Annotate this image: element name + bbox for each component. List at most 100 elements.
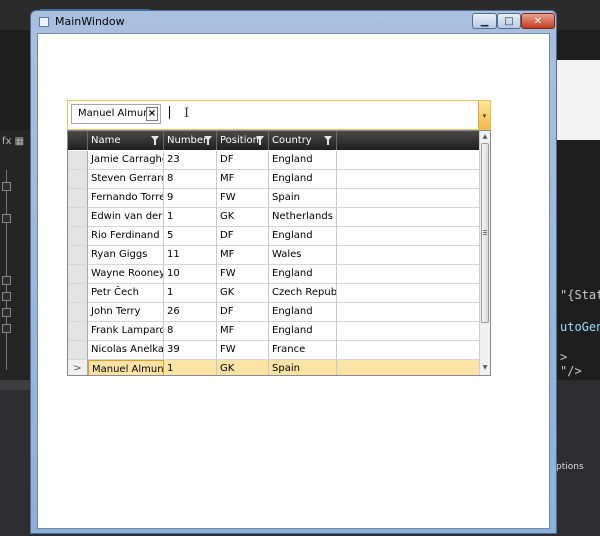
cell-position[interactable]: MF bbox=[217, 170, 269, 189]
cell-country[interactable]: Spain bbox=[269, 360, 337, 375]
cell-country[interactable]: Wales bbox=[269, 246, 337, 265]
row-header[interactable] bbox=[68, 303, 88, 322]
title-bar[interactable]: MainWindow ▁ □ ✕ bbox=[31, 11, 556, 33]
scroll-down-button[interactable]: ▼ bbox=[480, 363, 490, 373]
cell-country[interactable]: England bbox=[269, 151, 337, 170]
table-row-selected[interactable]: > Manuel Almunia 1 GK Spain bbox=[68, 360, 479, 375]
row-filler bbox=[337, 227, 479, 246]
cell-country[interactable]: Czech Republic bbox=[269, 284, 337, 303]
row-header[interactable] bbox=[68, 265, 88, 284]
cell-name[interactable]: Petr Čech bbox=[88, 284, 164, 303]
cell-number[interactable]: 1 bbox=[164, 360, 217, 375]
filter-icon[interactable] bbox=[256, 136, 264, 145]
filter-icon[interactable] bbox=[204, 136, 212, 145]
vertical-scrollbar[interactable]: ▲ ▼ bbox=[479, 131, 490, 375]
cell-number[interactable]: 9 bbox=[164, 189, 217, 208]
cell-position[interactable]: FW bbox=[217, 341, 269, 360]
cell-country[interactable]: England bbox=[269, 303, 337, 322]
column-header-position[interactable]: Position bbox=[217, 131, 269, 150]
cell-country[interactable]: England bbox=[269, 265, 337, 284]
cell-number[interactable]: 10 bbox=[164, 265, 217, 284]
cell-position[interactable]: DF bbox=[217, 227, 269, 246]
row-header[interactable] bbox=[68, 208, 88, 227]
dropdown-button[interactable]: ▾ bbox=[478, 101, 490, 129]
cell-position[interactable]: GK bbox=[217, 360, 269, 375]
cell-country[interactable]: England bbox=[269, 170, 337, 189]
table-row[interactable]: Wayne Rooney 10 FW England bbox=[68, 265, 479, 284]
cell-name[interactable]: Nicolas Anelka bbox=[88, 341, 164, 360]
cell-position[interactable]: MF bbox=[217, 322, 269, 341]
row-header[interactable] bbox=[68, 341, 88, 360]
minimize-button[interactable]: ▁ bbox=[472, 13, 497, 29]
cell-position[interactable]: DF bbox=[217, 151, 269, 170]
scroll-up-button[interactable]: ▲ bbox=[480, 132, 490, 142]
row-header-current[interactable]: > bbox=[68, 360, 88, 375]
table-row[interactable]: Frank Lampard 8 MF England bbox=[68, 322, 479, 341]
table-row[interactable]: Petr Čech 1 GK Czech Republic bbox=[68, 284, 479, 303]
cell-country[interactable]: Spain bbox=[269, 189, 337, 208]
table-row[interactable]: Steven Gerrard 8 MF England bbox=[68, 170, 479, 189]
filter-icon[interactable] bbox=[324, 136, 332, 145]
cell-number[interactable]: 11 bbox=[164, 246, 217, 265]
close-button[interactable]: ✕ bbox=[521, 13, 555, 29]
token-remove-button[interactable]: × bbox=[146, 107, 158, 121]
filter-icon[interactable] bbox=[151, 136, 159, 145]
table-row[interactable]: Edwin van der Sar 1 GK Netherlands bbox=[68, 208, 479, 227]
cell-position[interactable]: GK bbox=[217, 208, 269, 227]
column-header-name[interactable]: Name bbox=[88, 131, 164, 150]
cell-number[interactable]: 1 bbox=[164, 284, 217, 303]
cell-position[interactable]: MF bbox=[217, 246, 269, 265]
cell-name[interactable]: Rio Ferdinand bbox=[88, 227, 164, 246]
cell-position[interactable]: FW bbox=[217, 265, 269, 284]
cell-name[interactable]: John Terry bbox=[88, 303, 164, 322]
row-header[interactable] bbox=[68, 284, 88, 303]
cell-position[interactable]: GK bbox=[217, 284, 269, 303]
table-row[interactable]: Nicolas Anelka 39 FW France bbox=[68, 341, 479, 360]
cell-position[interactable]: FW bbox=[217, 189, 269, 208]
cell-country[interactable]: England bbox=[269, 322, 337, 341]
cell-name[interactable]: Steven Gerrard bbox=[88, 170, 164, 189]
token-chip[interactable]: Manuel Almunia × bbox=[71, 104, 161, 124]
ide-left-panel: fx ▦ bbox=[0, 130, 34, 380]
row-filler bbox=[337, 189, 479, 208]
cell-country[interactable]: Netherlands bbox=[269, 208, 337, 227]
table-row[interactable]: Fernando Torres 9 FW Spain bbox=[68, 189, 479, 208]
row-header[interactable] bbox=[68, 322, 88, 341]
table-row[interactable]: Rio Ferdinand 5 DF England bbox=[68, 227, 479, 246]
cell-number[interactable]: 1 bbox=[164, 208, 217, 227]
cell-name[interactable]: Fernando Torres bbox=[88, 189, 164, 208]
token-text-input[interactable] bbox=[167, 105, 471, 125]
cell-number[interactable]: 8 bbox=[164, 322, 217, 341]
cell-number[interactable]: 5 bbox=[164, 227, 217, 246]
column-header-number[interactable]: Number bbox=[164, 131, 217, 150]
table-row[interactable]: Jamie Carragher 23 DF England bbox=[68, 151, 479, 170]
cell-country[interactable]: England bbox=[269, 227, 337, 246]
row-filler bbox=[337, 284, 479, 303]
ide-tool-icons: fx ▦ bbox=[2, 136, 25, 147]
cell-number[interactable]: 39 bbox=[164, 341, 217, 360]
table-row[interactable]: John Terry 26 DF England bbox=[68, 303, 479, 322]
cell-name[interactable]: Ryan Giggs bbox=[88, 246, 164, 265]
cell-name[interactable]: Manuel Almunia bbox=[88, 360, 164, 375]
row-header[interactable] bbox=[68, 189, 88, 208]
row-header[interactable] bbox=[68, 151, 88, 170]
cell-country[interactable]: France bbox=[269, 341, 337, 360]
collapse-node-icon bbox=[2, 214, 11, 223]
table-row[interactable]: Ryan Giggs 11 MF Wales bbox=[68, 246, 479, 265]
token-search-box[interactable]: Manuel Almunia × I ▾ bbox=[67, 100, 491, 130]
players-data-grid[interactable]: Name Number Position Country Jamie Carra… bbox=[67, 130, 491, 376]
row-header[interactable] bbox=[68, 227, 88, 246]
scrollbar-thumb[interactable] bbox=[481, 143, 489, 323]
cell-name[interactable]: Frank Lampard bbox=[88, 322, 164, 341]
maximize-button[interactable]: □ bbox=[497, 13, 521, 29]
row-header[interactable] bbox=[68, 170, 88, 189]
cell-number[interactable]: 8 bbox=[164, 170, 217, 189]
cell-name[interactable]: Edwin van der Sar bbox=[88, 208, 164, 227]
row-header[interactable] bbox=[68, 246, 88, 265]
cell-number[interactable]: 26 bbox=[164, 303, 217, 322]
cell-number[interactable]: 23 bbox=[164, 151, 217, 170]
cell-position[interactable]: DF bbox=[217, 303, 269, 322]
cell-name[interactable]: Wayne Rooney bbox=[88, 265, 164, 284]
cell-name[interactable]: Jamie Carragher bbox=[88, 151, 164, 170]
column-header-country[interactable]: Country bbox=[269, 131, 337, 150]
